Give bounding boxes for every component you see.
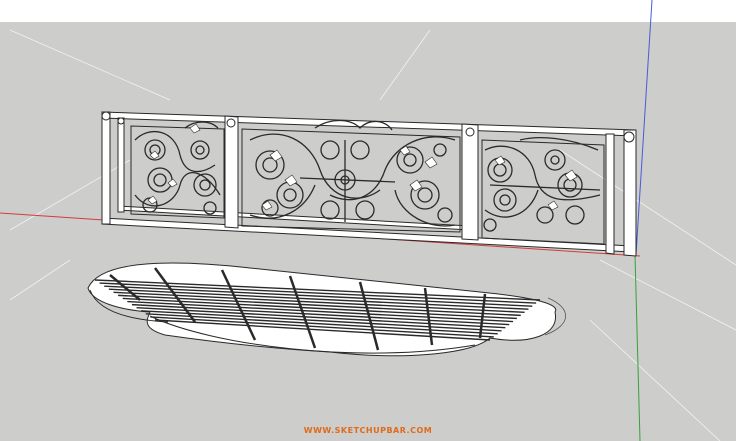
post-mid-1: [224, 115, 239, 229]
post-cap-right: [623, 131, 635, 143]
watermark-text: WWW.SKETCHUPBAR.COM: [303, 426, 433, 435]
sky-area: [0, 0, 736, 22]
3d-scene[interactable]: [0, 0, 736, 441]
post-cap-mid-1: [226, 118, 236, 128]
post-right-outer: [623, 129, 637, 257]
post-cap-mid-2: [465, 127, 475, 137]
post-left-outer: [101, 111, 111, 225]
post-mid-2: [461, 123, 479, 241]
post-left-inner: [117, 117, 125, 213]
sketchup-viewport[interactable]: WWW.SKETCHUPBAR.COM: [0, 0, 736, 441]
post-cap-left: [101, 111, 111, 121]
post-right-inner: [605, 133, 615, 255]
post-cap-left-2: [117, 117, 125, 125]
